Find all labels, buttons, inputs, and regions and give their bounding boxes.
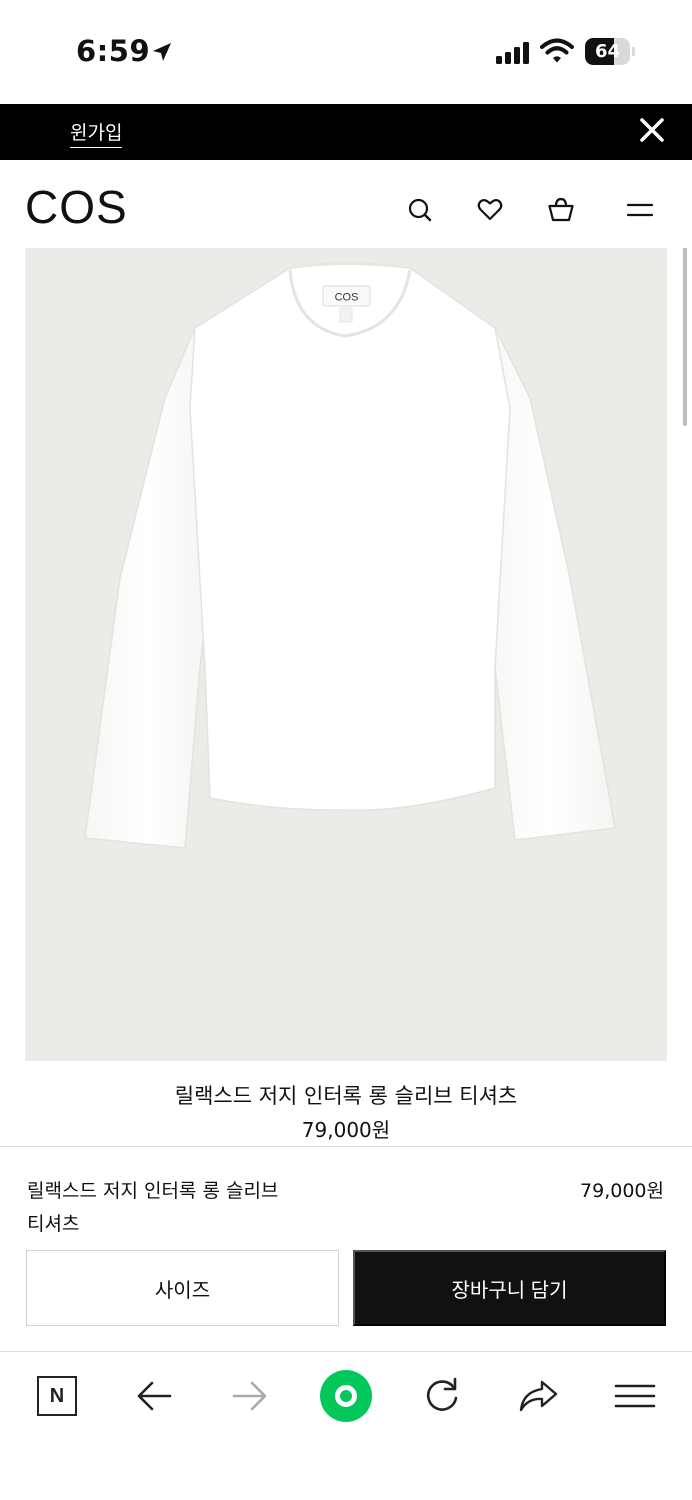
refresh-icon[interactable] <box>420 1374 464 1418</box>
menu-icon[interactable] <box>626 196 654 224</box>
add-to-cart-button[interactable]: 장바구니 담기 <box>353 1250 666 1326</box>
battery-level-text: 64 <box>594 41 621 62</box>
product-image[interactable]: COS <box>25 248 667 1061</box>
signup-link[interactable]: 윈가입 <box>70 118 123 148</box>
shirt-label-text: COS <box>335 292 359 304</box>
product-price: 79,000원 <box>301 1118 391 1142</box>
status-bar: 6:59 64 <box>0 0 692 104</box>
back-arrow-icon[interactable] <box>132 1374 176 1418</box>
forward-arrow-icon[interactable] <box>228 1374 272 1418</box>
search-icon[interactable] <box>406 196 434 224</box>
shopping-bag-icon[interactable] <box>547 196 575 224</box>
sticky-product-name-line2: 티셔츠 <box>27 1213 80 1235</box>
location-arrow-icon <box>153 43 171 61</box>
sticky-product-name-line1: 릴랙스드 저지 인터록 롱 슬리브 <box>27 1180 279 1202</box>
size-button[interactable]: 사이즈 <box>26 1250 339 1326</box>
heart-icon[interactable] <box>476 196 504 224</box>
sticky-product-price: 79,000원 <box>580 1180 664 1202</box>
naver-home-icon[interactable]: N <box>37 1376 77 1416</box>
cellular-signal-icon <box>496 42 529 64</box>
green-dot-icon[interactable] <box>320 1370 372 1422</box>
close-icon[interactable] <box>638 116 666 144</box>
wifi-icon <box>540 38 574 63</box>
product-name: 릴랙스드 저지 인터록 롱 슬리브 티셔츠 <box>174 1084 518 1108</box>
battery-indicator: 64 <box>585 38 635 65</box>
browser-menu-icon[interactable] <box>613 1374 657 1418</box>
share-icon[interactable] <box>516 1374 560 1418</box>
signup-banner: 윈가입 <box>0 104 692 160</box>
tshirt-illustration: COS <box>84 262 616 849</box>
cos-logo[interactable]: COS <box>25 180 128 234</box>
sticky-product-name: 릴랙스드 저지 인터록 롱 슬리브 티셔츠 <box>27 1175 347 1241</box>
status-time: 6:59 <box>76 34 151 68</box>
